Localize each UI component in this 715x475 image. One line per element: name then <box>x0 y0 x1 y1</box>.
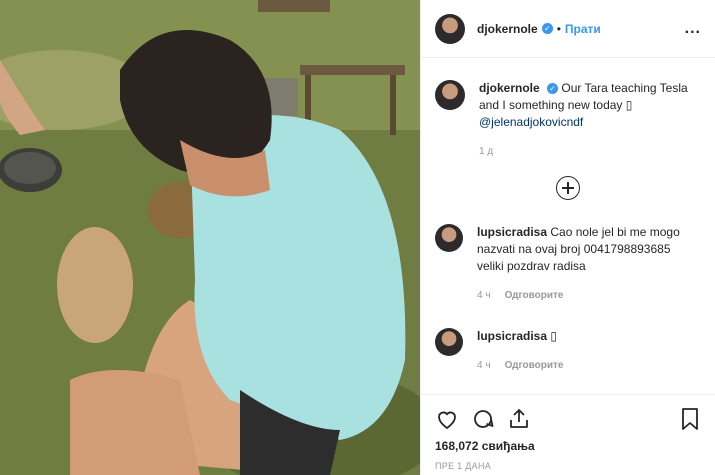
comment-icon[interactable] <box>471 407 495 431</box>
caption-emoji: ▯ <box>625 98 633 112</box>
comment-body: lupsicradisa Cao nole jel bi me mogo naz… <box>477 224 697 304</box>
plus-circle-icon[interactable] <box>556 176 580 200</box>
more-options-icon[interactable]: ... <box>685 20 701 38</box>
caption-username[interactable]: djokernole <box>479 81 540 95</box>
share-icon[interactable] <box>507 407 531 431</box>
commenter-avatar[interactable] <box>435 224 463 252</box>
caption-body: djokernole ✓ Our Tara teaching Tesla and… <box>479 80 699 160</box>
heart-icon[interactable] <box>435 407 459 431</box>
verified-icon: ✓ <box>541 23 553 34</box>
post-caption: djokernole ✓ Our Tara teaching Tesla and… <box>435 80 701 160</box>
photo-illustration <box>0 0 420 475</box>
author-username[interactable]: djokernole <box>477 22 538 36</box>
comment-text: ▯ <box>550 329 557 343</box>
comments-section[interactable]: djokernole ✓ Our Tara teaching Tesla and… <box>421 58 715 394</box>
comment-username[interactable]: lupsicradisa <box>477 225 547 239</box>
caption-avatar[interactable] <box>435 80 465 110</box>
comment-username[interactable]: lupsicradisa <box>477 329 547 343</box>
author-avatar[interactable] <box>435 13 465 44</box>
caption-mention-link[interactable]: @jelenadjokovicndf <box>479 115 583 129</box>
separator-dot: • <box>556 21 561 36</box>
comment-body: lupsicradisa ▯ 4 ч Одговорите <box>477 328 697 374</box>
instagram-post: djokernole ✓ • Прати ... djokernole ✓ Ou… <box>0 0 715 475</box>
comment-time[interactable]: 4 ч <box>477 287 491 304</box>
caption-time[interactable]: 1 д <box>479 143 699 160</box>
post-photo[interactable] <box>0 0 420 475</box>
comment-item: lupsicradisa ▯ 4 ч Одговорите <box>435 328 701 374</box>
comment-time[interactable]: 4 ч <box>477 357 491 374</box>
post-side-panel: djokernole ✓ • Прати ... djokernole ✓ Ou… <box>420 0 715 475</box>
comment-item: lupsicradisa Cao nole jel bi me mogo naz… <box>435 224 701 304</box>
comment-meta: 4 ч Одговорите <box>477 357 697 374</box>
reply-button[interactable]: Одговорите <box>505 287 564 304</box>
post-header: djokernole ✓ • Прати ... <box>421 0 715 58</box>
follow-button[interactable]: Прати <box>565 22 601 36</box>
verified-icon: ✓ <box>547 83 559 95</box>
comment-meta: 4 ч Одговорите <box>477 287 697 304</box>
likes-count[interactable]: 168,072 свиђања <box>435 439 701 453</box>
commenter-avatar[interactable] <box>435 328 463 356</box>
post-timestamp[interactable]: ПРЕ 1 ДАНА <box>435 461 701 471</box>
action-icons <box>435 405 701 433</box>
reply-button[interactable]: Одговорите <box>505 357 564 374</box>
bookmark-icon[interactable] <box>679 407 701 431</box>
post-actions: 168,072 свиђања ПРЕ 1 ДАНА <box>421 394 715 475</box>
